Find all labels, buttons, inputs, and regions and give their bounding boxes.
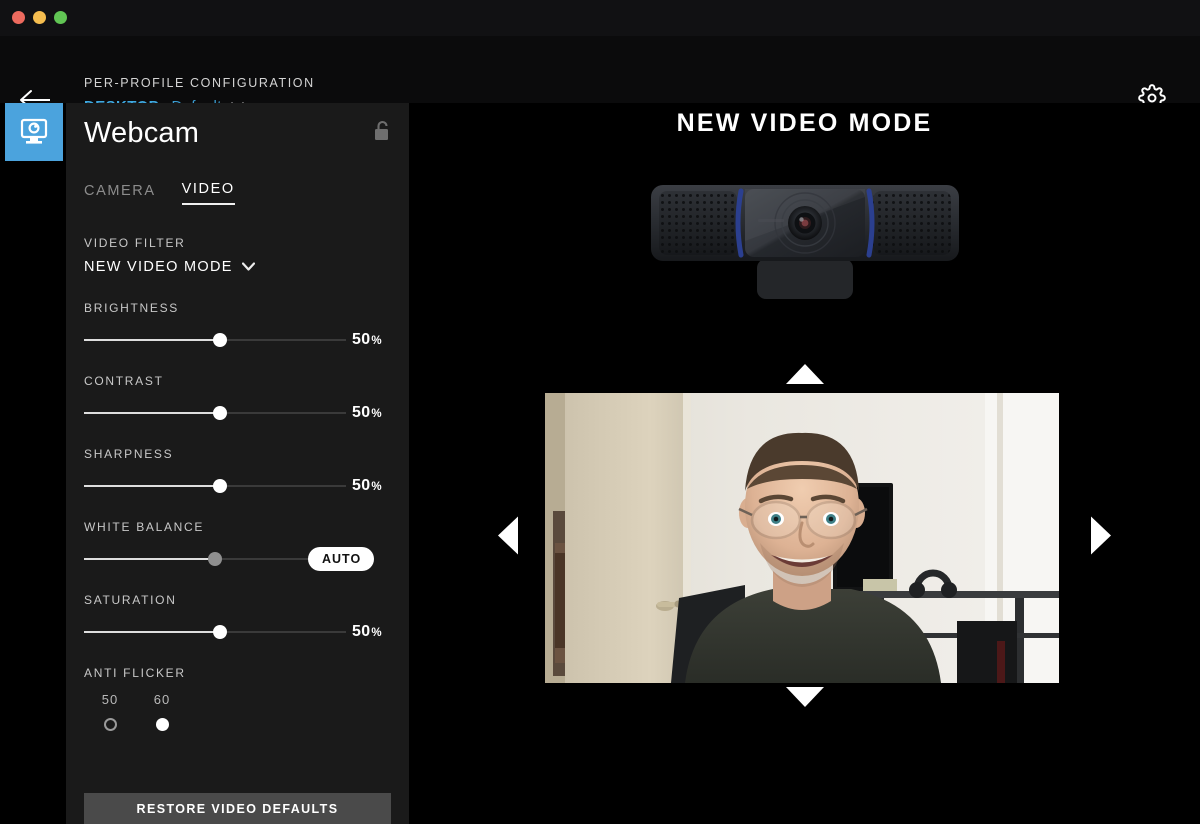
slider-contrast: CONTRAST 50% — [84, 374, 391, 421]
minimize-window-button[interactable] — [33, 11, 46, 24]
pan-up-button[interactable] — [785, 363, 825, 390]
zoom-window-button[interactable] — [54, 11, 67, 24]
anti-flicker-radio-group — [84, 718, 391, 731]
slider-row-saturation: 50% — [84, 623, 391, 640]
pan-down-button[interactable] — [785, 686, 825, 713]
slider-value-saturation: 50% — [352, 623, 382, 640]
webcam-icon — [20, 118, 48, 144]
slider-value-sharpness: 50% — [352, 477, 382, 494]
tab-camera[interactable]: CAMERA — [84, 183, 156, 205]
close-window-button[interactable] — [12, 11, 25, 24]
slider-thumb-white-balance[interactable] — [208, 552, 222, 566]
slider-track-white-balance[interactable] — [84, 552, 346, 566]
slider-label-saturation: SATURATION — [84, 593, 177, 607]
panel-title-row: Webcam — [84, 117, 391, 150]
slider-thumb-sharpness[interactable] — [213, 479, 228, 493]
slider-label-contrast: CONTRAST — [84, 374, 164, 388]
video-filter-dropdown[interactable]: NEW VIDEO MODE — [84, 259, 391, 275]
nav-strip — [0, 103, 66, 824]
slider-label-white-balance: WHITE BALANCE — [84, 520, 205, 534]
video-controls: VIDEO FILTER NEW VIDEO MODE BRIGHTNESS 5… — [84, 236, 391, 751]
anti-flicker-option-label-60: 60 — [153, 692, 171, 707]
slider-label-brightness: BRIGHTNESS — [84, 301, 180, 315]
slider-track-sharpness[interactable] — [84, 479, 346, 493]
page-kicker: PER-PROFILE CONFIGURATION — [84, 76, 315, 90]
slider-label-sharpness: SHARPNESS — [84, 447, 174, 461]
unlocked-padlock-icon[interactable] — [373, 120, 391, 147]
slider-row-contrast: 50% — [84, 404, 391, 421]
slider-saturation: SATURATION 50% — [84, 593, 391, 640]
radio-unselected-icon — [103, 718, 117, 731]
settings-panel: Webcam CAMERA VIDEO VIDEO FILTER NEW VID… — [66, 103, 409, 824]
video-filter-value: NEW VIDEO MODE — [84, 259, 233, 275]
anti-flicker-label: ANTI FLICKER — [84, 666, 186, 680]
video-preview-stage — [497, 363, 1112, 713]
anti-flicker-block: ANTI FLICKER 50 60 — [84, 666, 391, 731]
chevron-down-icon — [241, 261, 255, 273]
app-header: PER-PROFILE CONFIGURATION DESKTOP: Defau… — [0, 36, 1200, 115]
anti-flicker-radio-50[interactable] — [84, 718, 136, 731]
radio-selected-icon — [155, 718, 169, 731]
arrow-right-icon — [1091, 516, 1111, 555]
traffic-lights — [12, 11, 67, 24]
slider-track-saturation[interactable] — [84, 625, 346, 639]
restore-video-defaults-button[interactable]: RESTORE VIDEO DEFAULTS — [84, 793, 391, 824]
panel-tabs: CAMERA VIDEO — [84, 181, 235, 205]
slider-track-brightness[interactable] — [84, 333, 346, 347]
slider-sharpness: SHARPNESS 50% — [84, 447, 391, 494]
anti-flicker-option-label-50: 50 — [101, 692, 119, 707]
live-camera-preview[interactable] — [545, 393, 1059, 683]
slider-brightness: BRIGHTNESS 50% — [84, 301, 391, 348]
slider-white-balance: WHITE BALANCE AUTO — [84, 520, 391, 571]
slider-row-sharpness: 50% — [84, 477, 391, 494]
arrow-up-icon — [785, 364, 824, 384]
anti-flicker-radio-60[interactable] — [136, 718, 188, 731]
slider-row-brightness: 50% — [84, 331, 391, 348]
tab-video[interactable]: VIDEO — [181, 181, 235, 205]
white-balance-auto-button[interactable]: AUTO — [308, 547, 375, 571]
video-filter-block: VIDEO FILTER NEW VIDEO MODE — [84, 236, 391, 275]
slider-track-contrast[interactable] — [84, 406, 346, 420]
anti-flicker-options: 50 60 — [84, 692, 391, 707]
slider-row-white-balance: AUTO — [84, 547, 391, 571]
page-title: Webcam — [84, 117, 200, 149]
slider-thumb-brightness[interactable] — [213, 333, 228, 347]
slider-thumb-saturation[interactable] — [213, 625, 228, 639]
video-filter-label: VIDEO FILTER — [84, 236, 186, 250]
sidebar-item-webcam[interactable] — [5, 103, 63, 161]
pan-right-button[interactable] — [1090, 516, 1112, 561]
window-chrome — [0, 0, 1200, 36]
preview-area: NEW VIDEO MODE — [409, 103, 1200, 824]
arrow-left-icon — [498, 516, 518, 555]
webcam-device-illustration — [645, 171, 965, 301]
slider-thumb-contrast[interactable] — [213, 406, 228, 420]
slider-value-contrast: 50% — [352, 404, 382, 421]
pan-left-button[interactable] — [497, 516, 519, 561]
arrow-down-icon — [785, 687, 824, 707]
slider-value-brightness: 50% — [352, 331, 382, 348]
video-mode-title: NEW VIDEO MODE — [676, 109, 933, 137]
